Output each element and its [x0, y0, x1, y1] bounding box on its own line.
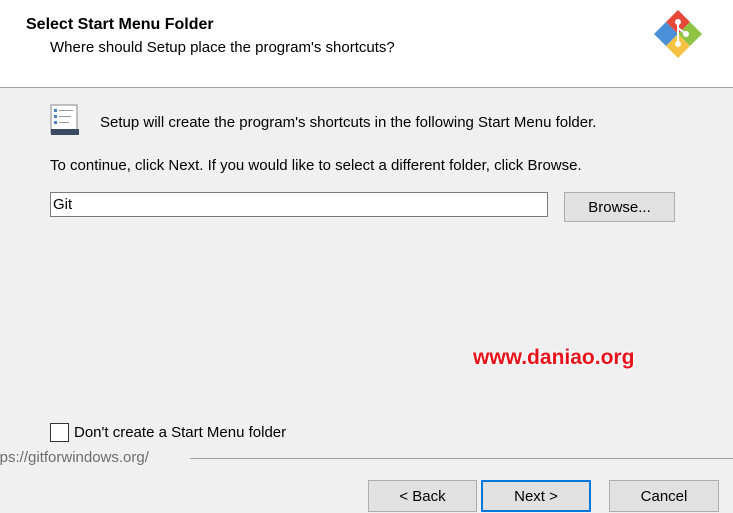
folder-name-input[interactable] — [50, 192, 548, 217]
no-folder-checkbox[interactable]: Don't create a Start Menu folder — [50, 422, 286, 442]
next-button[interactable]: Next > — [481, 480, 591, 512]
website-url: https://gitforwindows.org/ — [0, 449, 149, 466]
browse-button[interactable]: Browse... — [564, 192, 675, 222]
divider-line — [190, 458, 733, 459]
wizard-header: Select Start Menu Folder Where should Se… — [0, 0, 733, 88]
cancel-button[interactable]: Cancel — [609, 480, 719, 512]
checkbox-box[interactable] — [50, 422, 69, 442]
git-logo-icon — [654, 10, 702, 58]
back-button[interactable]: < Back — [368, 480, 477, 512]
start-menu-folder-icon — [50, 104, 79, 135]
instruction-text: To continue, click Next. If you would li… — [50, 157, 582, 174]
page-title: Select Start Menu Folder — [26, 16, 214, 33]
watermark-text: www.daniao.org — [473, 346, 635, 369]
page-subtitle: Where should Setup place the program's s… — [50, 39, 395, 56]
intro-text: Setup will create the program's shortcut… — [100, 114, 597, 131]
footer-divider: https://gitforwindows.org/ — [0, 450, 733, 466]
checkbox-label: Don't create a Start Menu folder — [74, 423, 287, 441]
